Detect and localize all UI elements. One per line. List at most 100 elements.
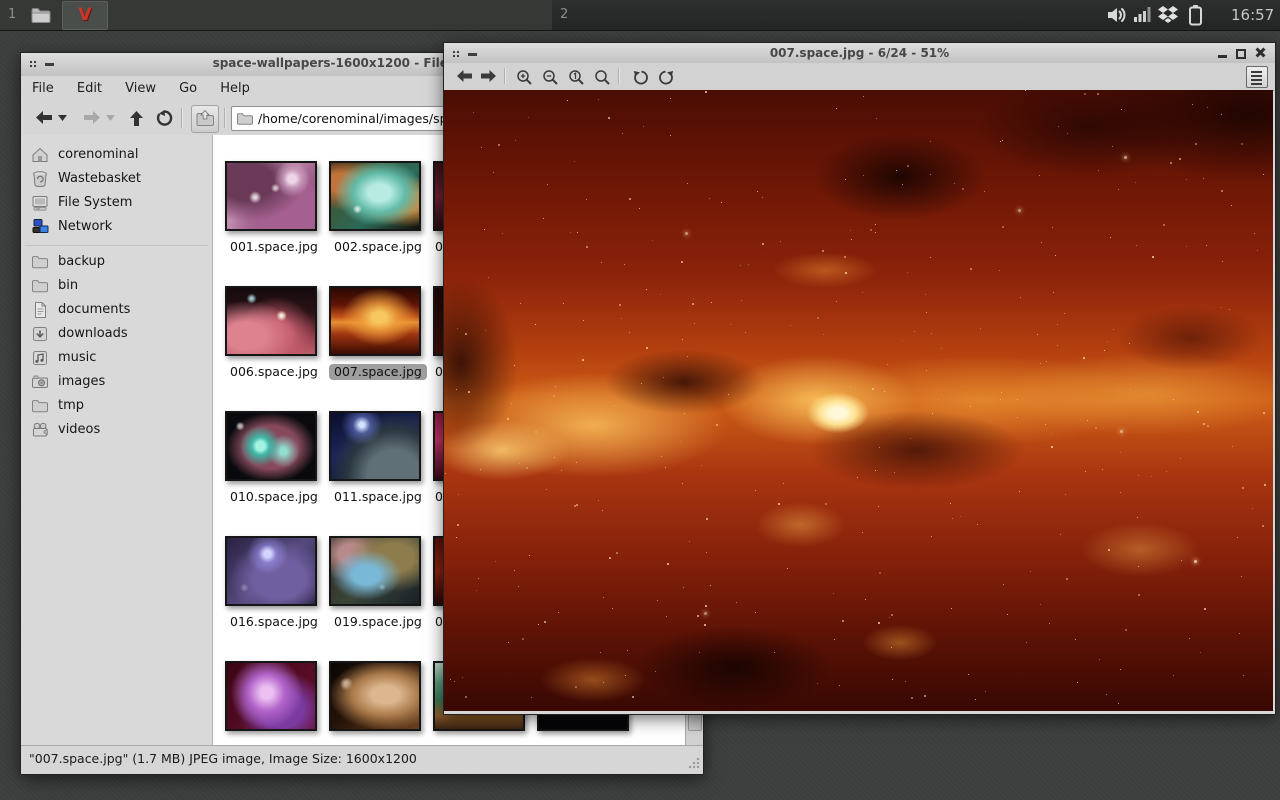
clock[interactable]: 16:57	[1231, 6, 1274, 24]
volume-icon[interactable]	[1107, 6, 1131, 24]
file-thumbnail[interactable]	[225, 411, 317, 481]
sidebar-item-network[interactable]: Network	[21, 215, 212, 239]
previous-image-icon[interactable]	[456, 69, 473, 83]
file-manager-window-icon[interactable]	[29, 3, 53, 27]
file-item[interactable]: 006.space.jpg	[225, 286, 317, 380]
file-item[interactable]	[225, 661, 317, 739]
network-signal-icon[interactable]	[1134, 6, 1151, 23]
network-icon	[31, 218, 49, 236]
toolbar-separator	[504, 68, 505, 84]
viewer-image[interactable]	[444, 90, 1273, 711]
file-thumbnail[interactable]	[225, 661, 317, 731]
folder-icon	[31, 253, 49, 271]
image-viewer-window: 007.space.jpg - 6/24 - 51%	[443, 42, 1276, 715]
menu-edit[interactable]: Edit	[70, 76, 109, 96]
workspace-2-label[interactable]: 2	[560, 7, 568, 22]
sidebar-item-documents[interactable]: documents	[21, 298, 212, 322]
sidebar-item-downloads[interactable]: downloads	[21, 322, 212, 346]
file-thumbnail[interactable]	[329, 286, 421, 356]
file-item[interactable]: 016.space.jpg	[225, 536, 317, 630]
sidebar: corenominal Wastebasket File System Netw…	[21, 135, 213, 745]
maximize-icon[interactable]	[1233, 43, 1249, 63]
file-name: 0	[433, 364, 443, 380]
file-thumbnail[interactable]	[225, 161, 317, 231]
viewer-titlebar[interactable]: 007.space.jpg - 6/24 - 51%	[444, 43, 1275, 65]
back-dropdown-icon[interactable]	[58, 115, 67, 121]
file-item[interactable]: 011.space.jpg	[329, 411, 421, 505]
menu-help[interactable]: Help	[213, 76, 257, 96]
viewnior-window-icon[interactable]: V	[62, 1, 108, 30]
rotate-left-icon[interactable]	[632, 69, 649, 86]
file-thumbnail[interactable]	[329, 661, 421, 731]
workspace-1-taskbar[interactable]: 1 V	[0, 0, 552, 30]
file-item-selected[interactable]: 007.space.jpg	[329, 286, 421, 380]
reload-icon[interactable]	[155, 110, 173, 127]
zoom-out-icon[interactable]	[542, 69, 559, 86]
file-thumbnail[interactable]	[225, 286, 317, 356]
file-thumbnail[interactable]	[225, 536, 317, 606]
menu-view[interactable]: View	[118, 76, 163, 96]
sidebar-item-images[interactable]: images	[21, 370, 212, 394]
file-item[interactable]	[329, 661, 421, 739]
file-name: 016.space.jpg	[225, 614, 323, 630]
video-icon	[31, 421, 49, 439]
viewnior-v-glyph: V	[63, 2, 107, 29]
home-button[interactable]	[191, 105, 219, 133]
file-thumbnail[interactable]	[329, 161, 421, 231]
sidebar-item-file-system[interactable]: File System	[21, 191, 212, 215]
battery-icon[interactable]	[1188, 4, 1203, 26]
thumbnail-pane-icon[interactable]	[1246, 66, 1268, 88]
minimize-icon[interactable]	[1215, 43, 1231, 63]
back-icon[interactable]	[35, 110, 53, 125]
sidebar-item-music[interactable]: music	[21, 346, 212, 370]
file-name: 011.space.jpg	[329, 489, 427, 505]
folder-icon	[31, 277, 49, 295]
rotate-right-icon[interactable]	[658, 69, 675, 86]
file-item[interactable]: 010.space.jpg	[225, 411, 317, 505]
zoom-in-icon[interactable]	[516, 69, 533, 86]
filesystem-icon	[31, 194, 49, 212]
workspace-1-label[interactable]: 1	[8, 7, 16, 22]
document-icon	[31, 301, 49, 319]
folder-icon	[236, 110, 254, 127]
file-name: 010.space.jpg	[225, 489, 323, 505]
file-name: 019.space.jpg	[329, 614, 427, 630]
sidebar-item-corenominal[interactable]: corenominal	[21, 143, 212, 167]
file-thumbnail[interactable]	[329, 411, 421, 481]
home-icon	[31, 146, 49, 164]
file-item[interactable]: 019.space.jpg	[329, 536, 421, 630]
next-image-icon[interactable]	[480, 69, 497, 83]
file-name: 0	[433, 489, 443, 505]
sidebar-item-bin[interactable]: bin	[21, 274, 212, 298]
sidebar-item-wastebasket[interactable]: Wastebasket	[21, 167, 212, 191]
trash-icon	[31, 170, 49, 188]
viewer-title: 007.space.jpg - 6/24 - 51%	[444, 46, 1275, 60]
top-panel: 1 V 2 16:57	[0, 0, 1280, 31]
toolbar-separator	[224, 108, 225, 128]
up-icon[interactable]	[129, 110, 144, 127]
sidebar-item-videos[interactable]: videos	[21, 418, 212, 442]
file-name: 006.space.jpg	[225, 364, 323, 380]
dropbox-icon[interactable]	[1157, 5, 1179, 25]
forward-icon[interactable]	[83, 110, 101, 125]
file-thumbnail[interactable]	[329, 536, 421, 606]
sidebar-item-tmp[interactable]: tmp	[21, 394, 212, 418]
camera-icon	[31, 373, 49, 391]
zoom-fit-icon[interactable]	[594, 69, 611, 86]
file-name: 007.space.jpg	[329, 364, 427, 380]
close-icon[interactable]	[1253, 43, 1269, 63]
forward-dropdown-icon[interactable]	[106, 115, 115, 121]
zoom-actual-icon[interactable]	[568, 69, 585, 86]
file-name: 001.space.jpg	[225, 239, 323, 255]
resize-grip[interactable]	[688, 757, 700, 769]
file-item[interactable]: 001.space.jpg	[225, 161, 317, 255]
downloads-icon	[31, 325, 49, 343]
menu-go[interactable]: Go	[172, 76, 204, 96]
sidebar-item-backup[interactable]: backup	[21, 250, 212, 274]
viewer-toolbar	[444, 63, 1275, 91]
folder-icon	[31, 397, 49, 415]
menu-file[interactable]: File	[25, 76, 61, 96]
file-item[interactable]: 002.space.jpg	[329, 161, 421, 255]
statusbar-text: "007.space.jpg" (1.7 MB) JPEG image, Ima…	[29, 751, 417, 766]
statusbar: "007.space.jpg" (1.7 MB) JPEG image, Ima…	[21, 745, 703, 773]
